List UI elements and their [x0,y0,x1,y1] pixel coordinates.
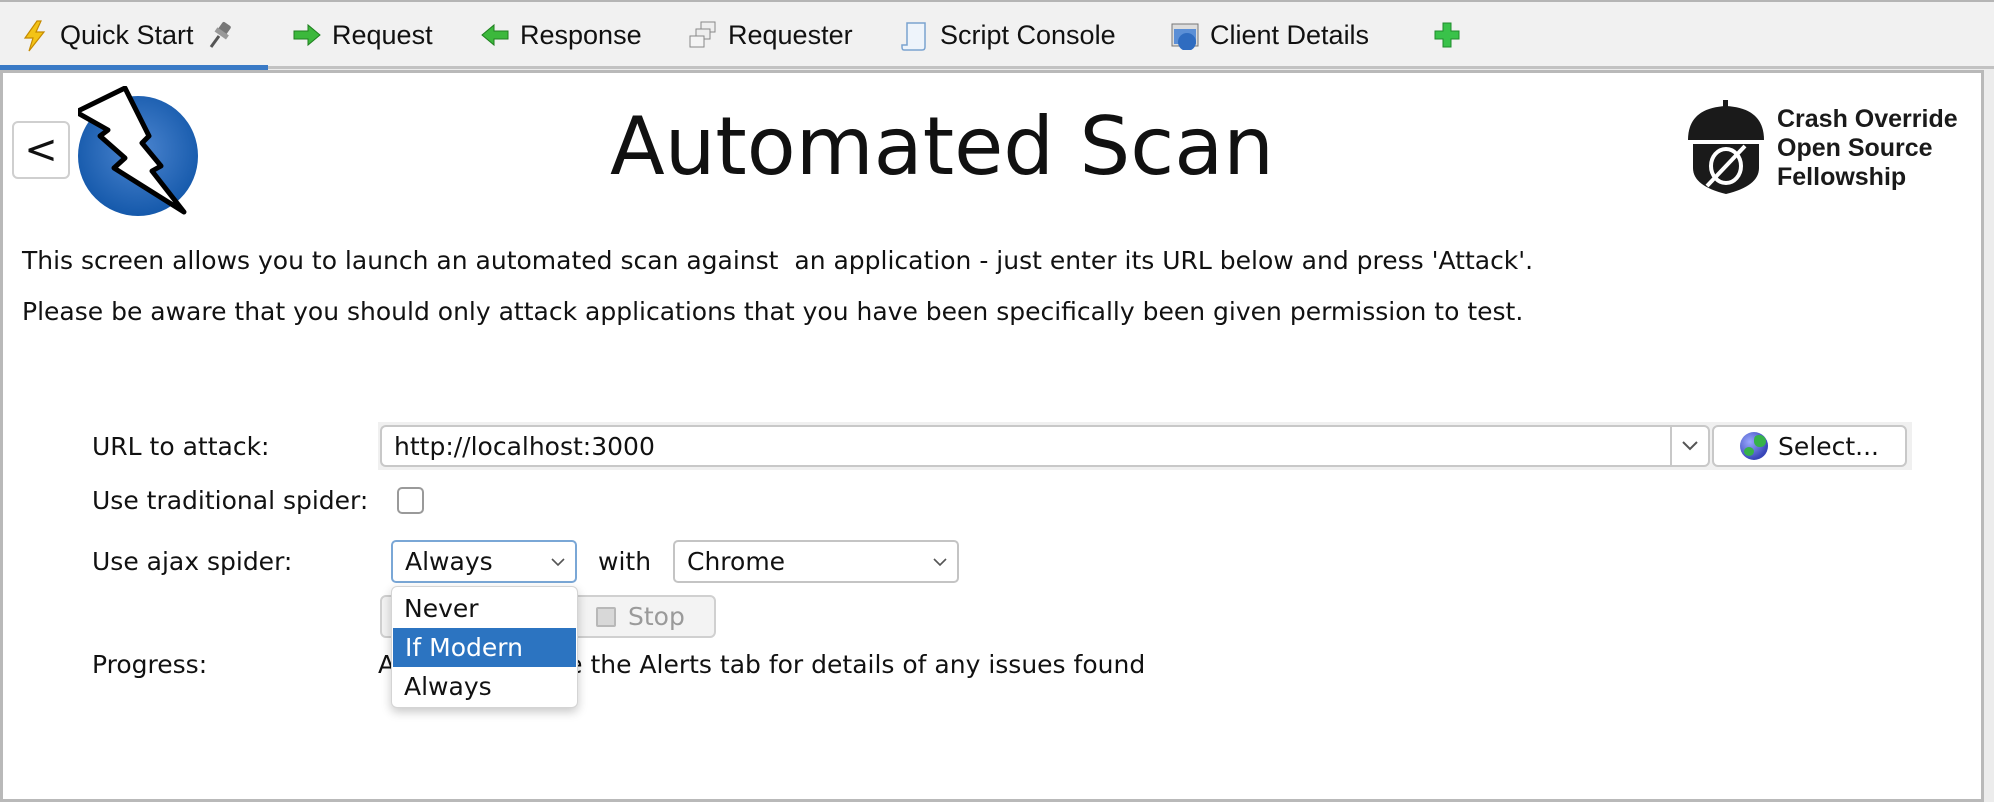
tab-requester[interactable]: Requester [688,2,853,68]
stop-label: Stop [628,602,685,631]
tab-label: Request [332,19,433,50]
ajax-spider-select[interactable]: Always [391,540,577,583]
progress-label: Progress: [92,650,208,679]
ajax-spider-label: Use ajax spider: [92,547,293,576]
ajax-spider-dropdown-menu: Never If Modern Always [391,586,578,708]
with-label: with [598,547,652,576]
tab-request[interactable]: Request [292,2,433,68]
tab-script-console[interactable]: Script Console [900,2,1116,68]
chevron-down-icon [551,558,565,567]
url-label: URL to attack: [92,432,270,461]
add-tab-button[interactable] [1432,2,1472,68]
stop-button[interactable]: Stop [572,595,716,638]
tab-client-details[interactable]: Client Details [1170,2,1369,68]
sponsor-line: Crash Override [1777,105,1958,133]
tab-label: Quick Start [60,19,194,50]
page-title: Automated Scan [610,100,1274,193]
url-value: http://localhost:3000 [394,431,655,461]
dropdown-option-never[interactable]: Never [392,589,577,628]
browser-value: Chrome [687,547,786,576]
windows-icon [688,20,718,50]
tab-label: Requester [728,19,853,50]
scroll-icon [900,20,930,51]
traditional-spider-checkbox[interactable] [397,487,424,514]
chevron-down-icon [933,558,947,567]
select-url-button[interactable]: Select... [1712,425,1907,467]
tab-label: Script Console [940,19,1116,50]
tab-quick-start[interactable]: Quick Start [20,2,236,68]
url-input[interactable]: http://localhost:3000 [380,425,1670,467]
sponsor-line: Open Source [1777,134,1933,162]
description-line-1: This screen allows you to launch an auto… [22,246,1534,275]
arrow-right-icon [292,20,322,50]
tab-label: Client Details [1210,19,1370,50]
ajax-spider-value: Always [405,547,493,576]
browser-window-icon [1170,20,1200,51]
stop-icon [596,606,616,627]
plus-icon [1432,20,1462,50]
tab-response[interactable]: Response [480,2,642,68]
globe-icon [1740,432,1769,460]
sponsor-line: Fellowship [1777,163,1907,191]
pin-icon[interactable] [206,20,236,50]
traditional-spider-label: Use traditional spider: [92,486,369,515]
arrow-left-icon [480,20,510,50]
description-line-2: Please be aware that you should only att… [22,297,1524,326]
browser-select[interactable]: Chrome [673,540,959,583]
lightning-icon [20,20,50,52]
chevron-down-icon [1682,441,1698,451]
tab-bar-border [268,66,1994,69]
url-history-dropdown[interactable] [1670,425,1710,467]
tab-bar: Quick Start Request Response Requester S… [0,0,1994,70]
dropdown-option-if-modern[interactable]: If Modern [393,628,576,667]
select-button-label: Select... [1778,431,1879,461]
dropdown-option-always[interactable]: Always [392,667,577,706]
tab-label: Response [520,19,642,50]
